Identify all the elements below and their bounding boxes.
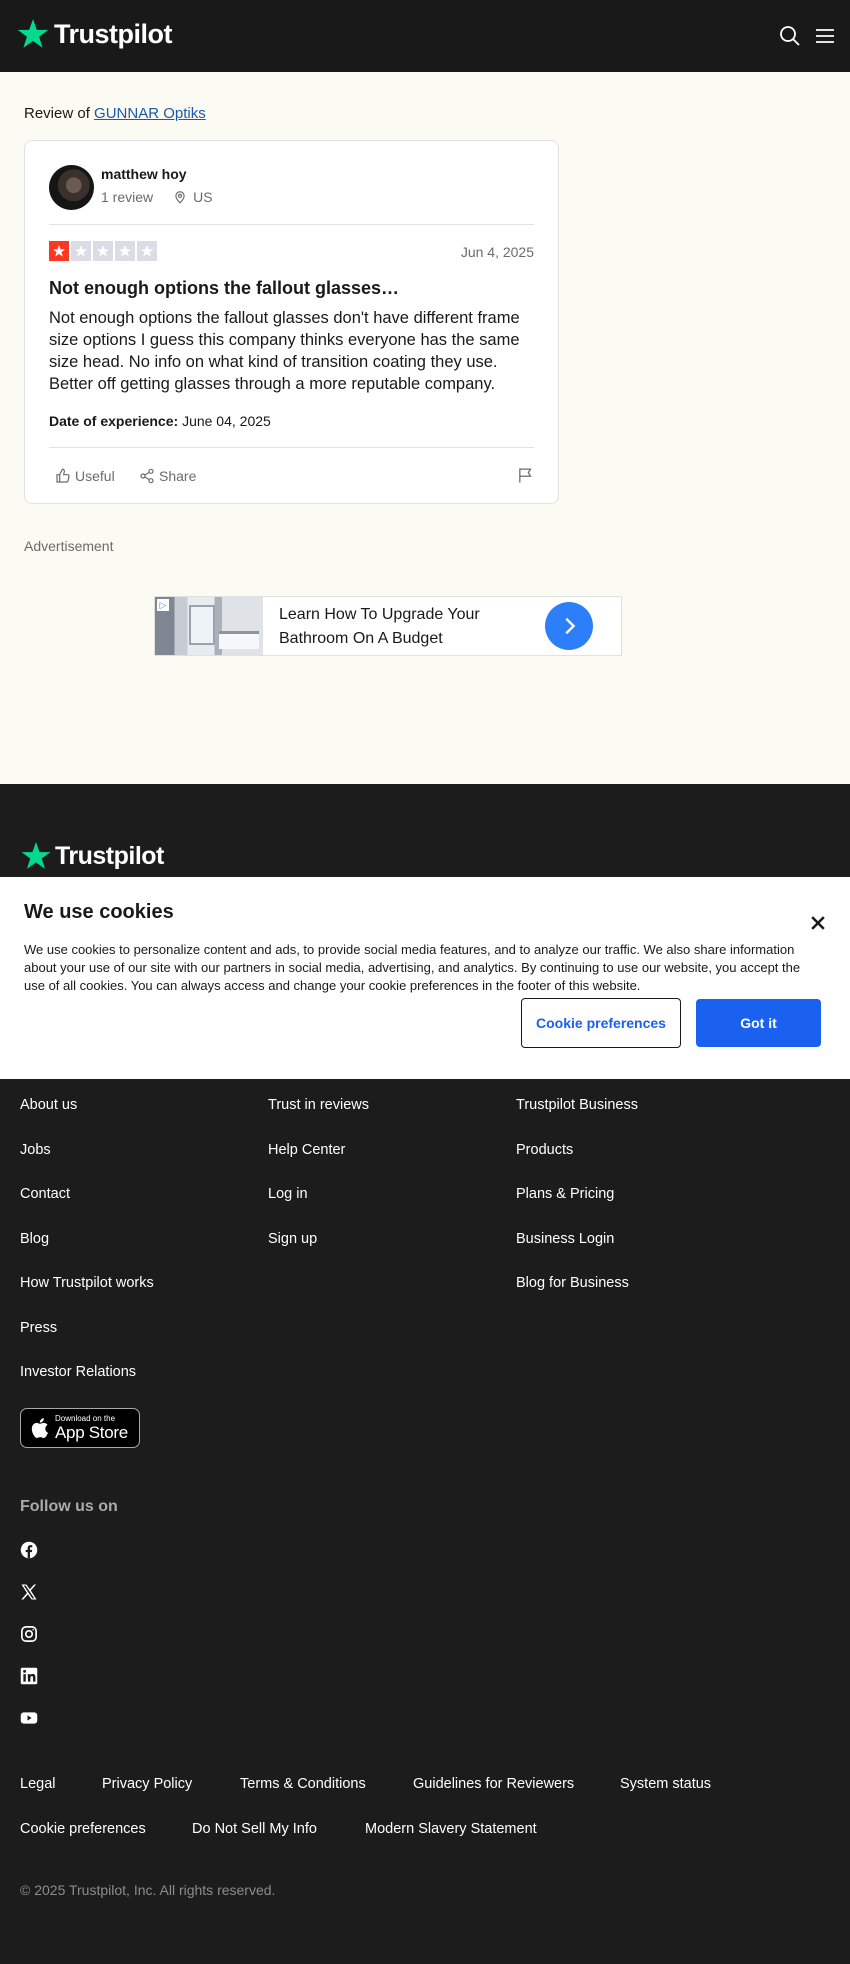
divider	[49, 224, 534, 225]
review-card: matthew hoy 1 review US Jun 4, 2025 Not …	[24, 140, 559, 504]
footer-link[interactable]: Jobs	[20, 1142, 51, 1158]
share-button[interactable]: Share	[139, 468, 196, 484]
footer-link[interactable]: Plans & Pricing	[516, 1186, 614, 1202]
footer-link[interactable]: Contact	[20, 1186, 70, 1202]
footer-legal-link[interactable]: Guidelines for Reviewers	[413, 1776, 574, 1792]
share-icon	[140, 468, 154, 484]
copyright: © 2025 Trustpilot, Inc. All rights reser…	[20, 1882, 276, 1898]
linkedin-icon[interactable]	[20, 1667, 38, 1685]
app-store-text: Download on the App Store	[55, 1414, 128, 1442]
footer-legal-link[interactable]: System status	[620, 1776, 711, 1792]
got-it-button[interactable]: Got it	[696, 999, 821, 1047]
divider	[49, 447, 534, 448]
location-pin-icon	[175, 191, 185, 204]
useful-button[interactable]: Useful	[55, 468, 115, 484]
footer-brand-area: Trustpilot	[0, 784, 850, 877]
footer-link[interactable]: Trust in reviews	[268, 1097, 369, 1113]
review-title[interactable]: Not enough options the fallout glasses…	[49, 278, 399, 299]
x-icon[interactable]	[20, 1583, 38, 1601]
experience-label: Date of experience:	[49, 413, 179, 429]
app-store-badge[interactable]: Download on the App Store	[20, 1408, 140, 1448]
star-logo-icon	[17, 19, 49, 48]
menu-icon[interactable]	[813, 24, 837, 48]
site-header: Trustpilot	[0, 0, 850, 72]
footer-link[interactable]: About us	[20, 1097, 77, 1113]
avatar[interactable]	[49, 165, 94, 210]
star-empty-icon	[115, 241, 135, 261]
app-store-small: Download on the	[55, 1414, 116, 1423]
ad-text[interactable]: Learn How To Upgrade Your Bathroom On A …	[279, 603, 529, 651]
review-count: 1 review	[101, 189, 154, 205]
instagram-icon[interactable]	[20, 1625, 38, 1643]
thumbs-up-icon	[56, 468, 70, 483]
footer-legal-link[interactable]: Cookie preferences	[20, 1821, 146, 1837]
close-icon[interactable]	[808, 913, 828, 933]
star-logo-icon	[21, 842, 51, 869]
ad-arrow-button[interactable]	[545, 602, 593, 650]
ad-choices-icon[interactable]: ▷	[157, 599, 169, 611]
footer-legal-link[interactable]: Privacy Policy	[102, 1776, 192, 1792]
company-link[interactable]: GUNNAR Optiks	[94, 105, 206, 122]
reviewer-meta: 1 review US	[101, 189, 213, 205]
main-content: Review of GUNNAR Optiks matthew hoy 1 re…	[0, 72, 850, 784]
star-rating	[49, 241, 157, 261]
footer-link[interactable]: Log in	[268, 1186, 308, 1202]
date-of-experience: Date of experience: June 04, 2025	[49, 413, 271, 429]
cookie-preferences-button[interactable]: Cookie preferences	[521, 998, 681, 1048]
site-footer: About us Jobs Contact Blog How Trustpilot wo…	[0, 1079, 850, 1964]
review-of-prefix: Review of	[24, 105, 90, 122]
experience-date: June 04, 2025	[182, 413, 271, 429]
brand-name: Trustpilot	[54, 18, 173, 49]
cookie-banner: We use cookies We use cookies to persona…	[0, 877, 850, 1079]
footer-link[interactable]: Sign up	[268, 1231, 317, 1247]
ad-image-window	[189, 605, 215, 645]
footer-link[interactable]: How Trustpilot works	[20, 1275, 154, 1291]
chevron-right-icon	[565, 617, 576, 635]
advertisement-banner[interactable]: ▷ Learn How To Upgrade Your Bathroom On …	[154, 596, 622, 656]
follow-us-heading: Follow us on	[20, 1498, 118, 1515]
share-label: Share	[159, 468, 197, 484]
footer-link[interactable]: Press	[20, 1320, 57, 1336]
reviewer-country: US	[193, 189, 213, 205]
footer-legal-link[interactable]: Legal	[20, 1776, 55, 1792]
footer-legal-link[interactable]: Do Not Sell My Info	[192, 1821, 317, 1837]
search-icon[interactable]	[778, 24, 802, 48]
footer-trustpilot-logo[interactable]: Trustpilot	[20, 840, 164, 872]
trustpilot-logo[interactable]: Trustpilot	[16, 17, 173, 51]
review-body: Not enough options the fallout glasses d…	[49, 309, 520, 393]
star-filled-icon	[49, 241, 69, 261]
review-of-line: Review of GUNNAR Optiks	[24, 105, 206, 122]
footer-brand-name: Trustpilot	[55, 841, 164, 870]
footer-link[interactable]: Trustpilot Business	[516, 1097, 638, 1113]
cookie-text: We use cookies to personalize content an…	[24, 942, 801, 993]
footer-link[interactable]: Blog for Business	[516, 1275, 629, 1291]
reviewer-name[interactable]: matthew hoy	[101, 166, 187, 182]
youtube-icon[interactable]	[20, 1709, 38, 1727]
cookie-title: We use cookies	[24, 901, 174, 923]
ad-image-tub	[219, 631, 259, 649]
star-empty-icon	[93, 241, 113, 261]
report-flag-button[interactable]	[517, 467, 538, 484]
footer-legal-link[interactable]: Terms & Conditions	[240, 1776, 366, 1792]
footer-link[interactable]: Blog	[20, 1231, 49, 1247]
footer-link[interactable]: Help Center	[268, 1142, 345, 1158]
ad-image[interactable]: ▷	[155, 597, 263, 655]
footer-legal-link[interactable]: Modern Slavery Statement	[365, 1821, 537, 1837]
star-empty-icon	[71, 241, 91, 261]
advertisement-label: Advertisement	[24, 538, 114, 554]
useful-label: Useful	[75, 468, 115, 484]
flag-icon	[519, 468, 532, 483]
footer-link[interactable]: Business Login	[516, 1231, 614, 1247]
facebook-icon[interactable]	[20, 1541, 38, 1559]
apple-icon	[31, 1418, 48, 1439]
review-date: Jun 4, 2025	[460, 244, 534, 260]
app-store-big: App Store	[55, 1423, 128, 1442]
footer-link[interactable]: Investor Relations	[20, 1364, 136, 1380]
footer-link[interactable]: Products	[516, 1142, 573, 1158]
star-empty-icon	[137, 241, 157, 261]
